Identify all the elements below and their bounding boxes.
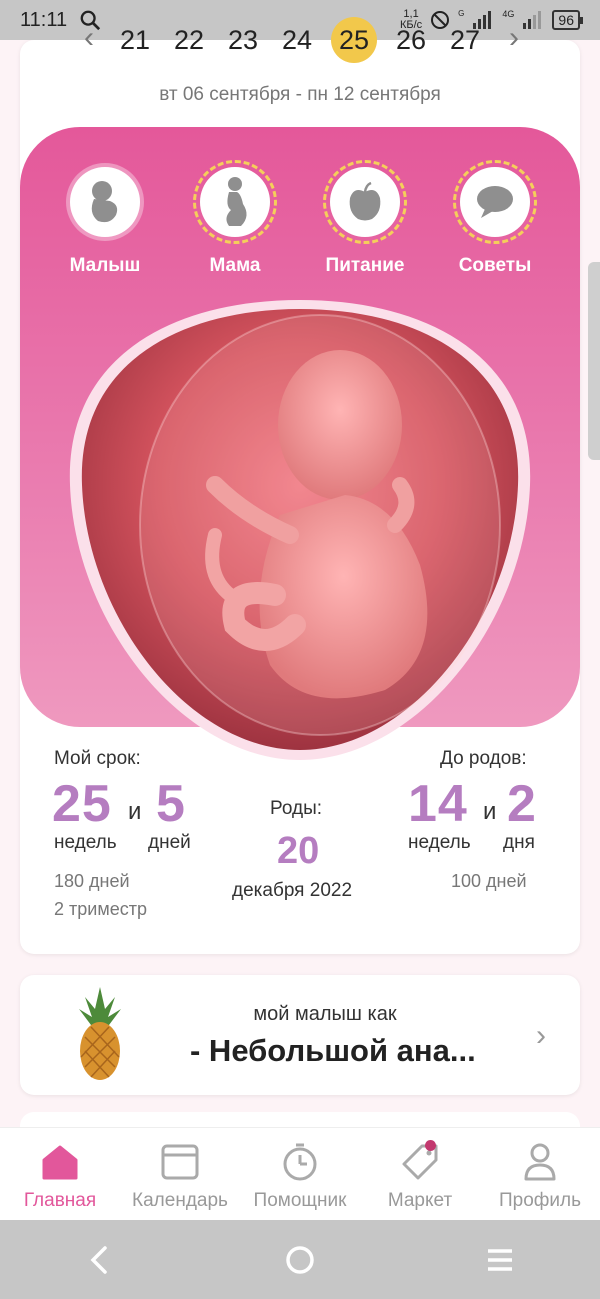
baby-size-card[interactable]: мой малыш как - Небольшой ана... ›	[20, 975, 580, 1095]
nav-profile[interactable]: Профиль	[480, 1128, 600, 1220]
profile-icon	[524, 1143, 556, 1181]
week-day[interactable]: 21	[115, 17, 155, 63]
trimester: 2 триместр	[54, 899, 147, 919]
fetus-illustration	[69, 300, 531, 760]
term-days-unit: дней	[148, 832, 191, 853]
term-label: Мой срок:	[54, 748, 141, 769]
remaining-weeks-unit: недель	[408, 832, 471, 853]
remaining-total-days: 100 дней	[451, 871, 527, 891]
pineapple-icon	[79, 987, 121, 1080]
pregnancy-overview-card: вт 06 сентября - пн 12 сентября Малыш Ма…	[20, 40, 580, 954]
week-date-range: вт 06 сентября - пн 12 сентября	[159, 84, 441, 105]
week-day-selected[interactable]: 25	[331, 17, 377, 63]
category-label: Питание	[325, 255, 405, 276]
nav-calendar[interactable]: Календарь	[120, 1128, 240, 1220]
home-icon	[42, 1145, 78, 1180]
category-nutrition[interactable]: Питание	[310, 160, 420, 277]
nav-label: Помощник	[253, 1190, 347, 1211]
notification-badge	[425, 1140, 436, 1151]
term-days-value: 5	[156, 775, 186, 833]
remaining-days-value: 2	[507, 775, 537, 833]
nav-label: Профиль	[498, 1190, 582, 1211]
week-day[interactable]: 27	[445, 17, 485, 63]
baby-size-intro: мой малыш как	[253, 1003, 397, 1025]
term-weeks-value: 25	[52, 775, 112, 833]
category-label: Мама	[209, 255, 261, 276]
tag-icon	[400, 1140, 440, 1182]
pregnant-mother-icon	[193, 160, 277, 244]
week-selector: ‹ 21 22 23 24 25 26 27 ›	[20, 10, 580, 70]
term-weeks-unit: недель	[54, 832, 117, 853]
nav-market[interactable]: Маркет	[360, 1128, 480, 1220]
week-days: 21 22 23 24 25 26 27	[115, 17, 485, 63]
nav-assistant[interactable]: Помощник	[240, 1128, 360, 1220]
timer-icon	[283, 1143, 317, 1181]
menu-icon[interactable]	[480, 1240, 520, 1280]
remaining-label: До родов:	[440, 748, 527, 769]
remaining-weeks-value: 14	[408, 775, 468, 833]
apple-icon	[323, 160, 407, 244]
category-label: Советы	[458, 255, 532, 276]
home-circle-icon[interactable]	[280, 1240, 320, 1280]
week-day[interactable]: 22	[169, 17, 209, 63]
term-total-days: 180 дней	[54, 871, 130, 891]
week-day[interactable]: 23	[223, 17, 263, 63]
category-baby[interactable]: Малыш	[50, 167, 160, 277]
baby-size-title: - Небольшой ана...	[190, 1033, 476, 1068]
back-icon[interactable]	[80, 1240, 120, 1280]
remaining-days-unit: дня	[503, 832, 535, 853]
week-day[interactable]: 26	[391, 17, 431, 63]
category-row: Малыш Мама Питание Советы	[20, 160, 580, 277]
scrollbar-thumb[interactable]	[588, 262, 600, 460]
speech-bubble-icon	[453, 160, 537, 244]
previous-week-chevron-icon[interactable]: ‹	[75, 23, 103, 54]
next-week-chevron-icon[interactable]: ›	[500, 23, 528, 54]
remaining-and: и	[483, 798, 497, 825]
birth-day-value: 20	[277, 830, 320, 872]
birth-month-year: декабря 2022	[232, 880, 353, 901]
nav-label: Календарь	[132, 1190, 228, 1211]
chevron-right-icon[interactable]: ›	[536, 1019, 546, 1053]
term-and: и	[128, 798, 142, 825]
nav-label: Главная	[23, 1190, 97, 1211]
nav-home[interactable]: Главная	[0, 1128, 120, 1220]
week-day[interactable]: 24	[277, 17, 317, 63]
pregnancy-stats: Мой срок: 25 и 5 недель дней 180 дней 2 …	[20, 740, 580, 950]
birth-label: Роды:	[270, 798, 323, 819]
system-navigation-bar	[0, 1220, 600, 1299]
category-mom[interactable]: Мама	[180, 160, 290, 277]
nav-label: Маркет	[387, 1190, 453, 1211]
calendar-icon	[161, 1144, 199, 1180]
bottom-navigation: Главная Календарь Помощник Маркет Профил…	[0, 1127, 600, 1220]
baby-icon	[70, 167, 140, 237]
category-label: Малыш	[69, 255, 141, 276]
category-tips[interactable]: Советы	[440, 160, 550, 277]
